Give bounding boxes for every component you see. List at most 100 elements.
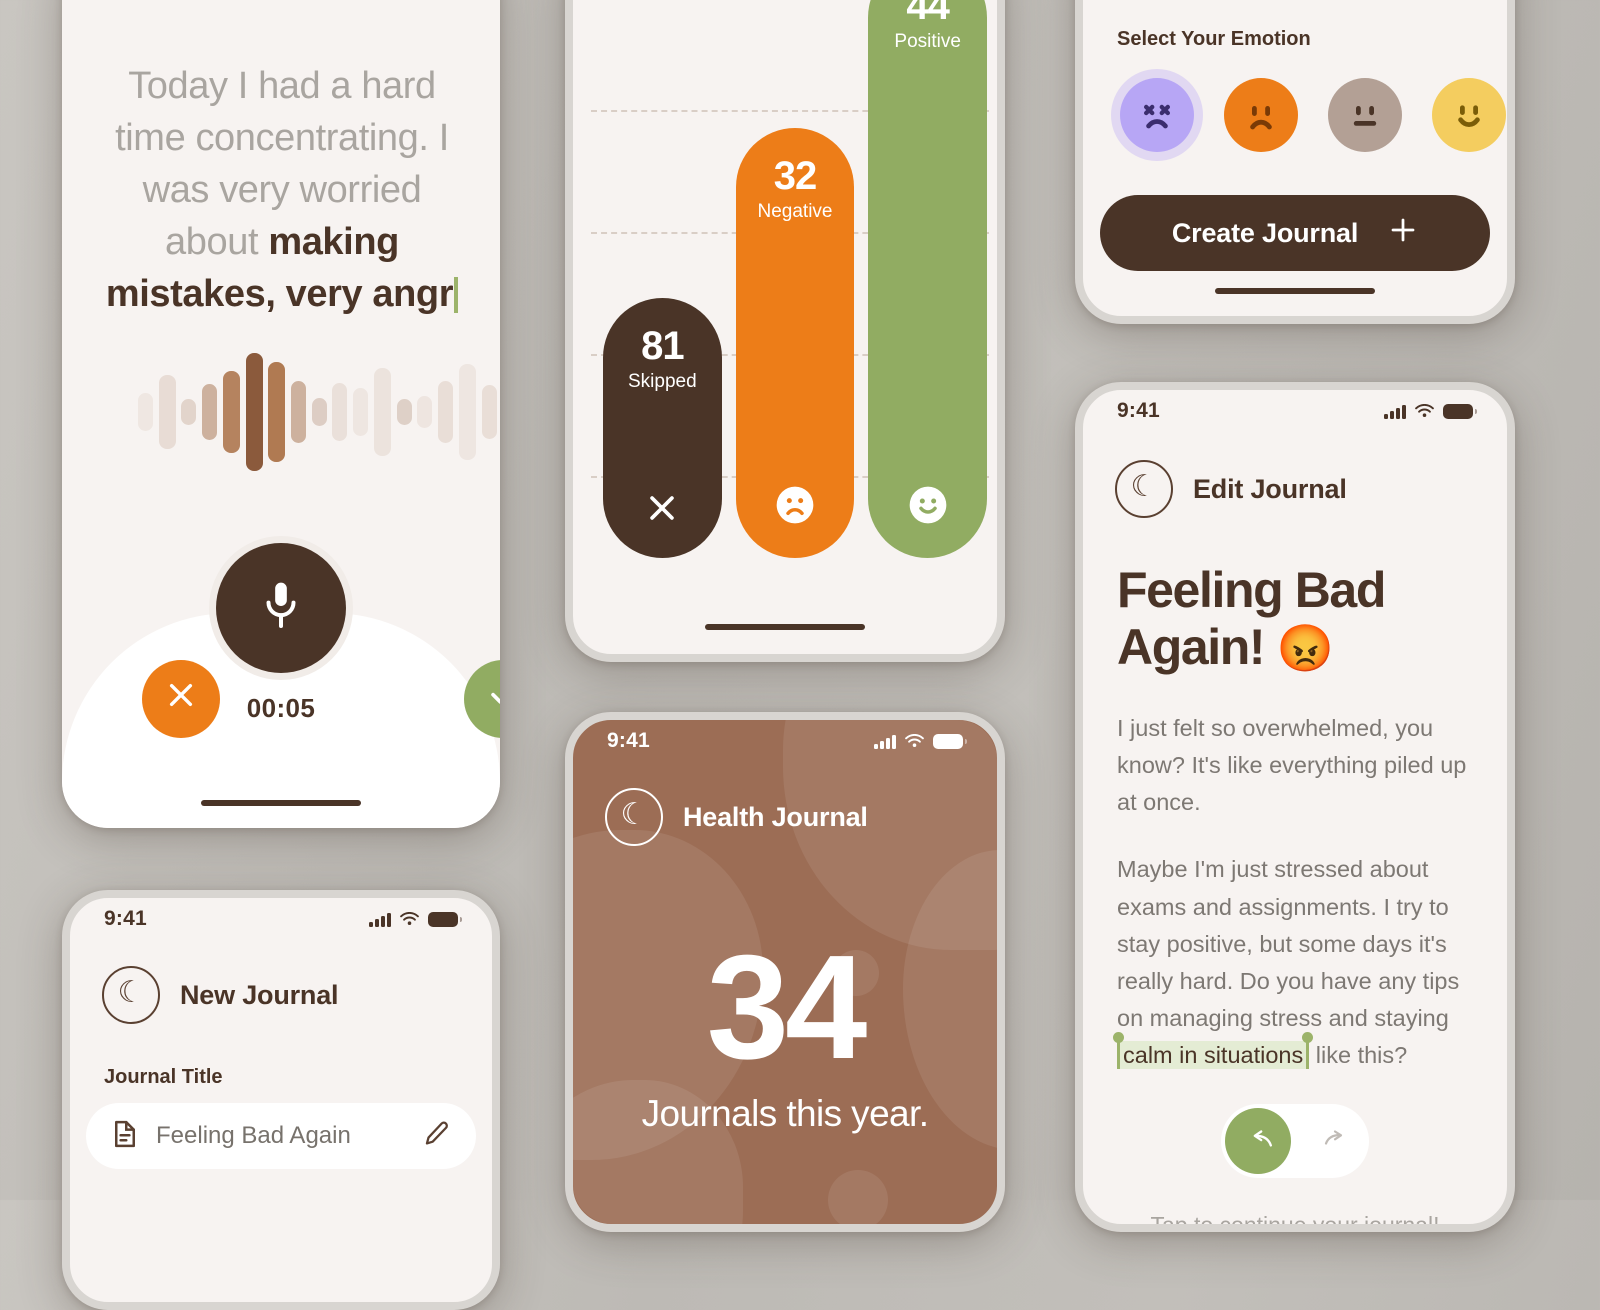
voice-recorder-screen: Today I had a hard time concentrating. I… — [62, 0, 500, 828]
undo-button[interactable] — [1225, 1108, 1291, 1175]
create-journal-button[interactable]: Create Journal — [1100, 195, 1490, 271]
waveform-bar — [438, 381, 454, 443]
signal-bars-icon — [369, 912, 391, 927]
new-journal-screen: 9:41 ☾ New Journal Journal Title Feeling — [62, 890, 500, 1310]
emotion-option-sad-face[interactable] — [1215, 69, 1307, 161]
battery-icon — [1443, 403, 1477, 419]
happy-face-icon — [908, 485, 948, 530]
journal-heading: Feeling Bad Again! 😡 — [1117, 562, 1473, 676]
chart-bar-value: 81 — [641, 324, 684, 368]
angry-face-emoji: 😡 — [1276, 622, 1334, 674]
waveform-bar — [458, 364, 476, 460]
health-journal-header: ☾ Health Journal — [605, 788, 997, 846]
waveform-bar — [291, 381, 307, 443]
page-title: Edit Journal — [1193, 473, 1347, 504]
sad-face-icon — [775, 485, 815, 530]
journal-paragraph-2: Maybe I'm just stressed about exams and … — [1117, 851, 1473, 1074]
waveform-bar — [353, 388, 369, 436]
back-arc-icon[interactable]: ☾ — [605, 788, 663, 846]
status-bar: 9:41 — [1083, 390, 1507, 432]
highlighted-selection[interactable]: calm in situations — [1117, 1041, 1310, 1069]
home-indicator — [201, 800, 361, 806]
chart-bars: 81 Skipped 32 Negative 44 Positive — [591, 0, 988, 558]
waveform-bar — [481, 385, 497, 439]
page-title: New Journal — [180, 979, 339, 1010]
home-indicator — [705, 624, 865, 630]
waveform-bar — [268, 362, 286, 462]
text-caret — [454, 277, 459, 314]
chart-bar-value: 32 — [773, 154, 817, 198]
back-arc-icon[interactable]: ☾ — [1115, 460, 1173, 518]
signal-bars-icon — [1384, 404, 1406, 419]
emotion-option-neutral-face[interactable] — [1319, 69, 1411, 161]
waveform-bar — [202, 384, 218, 440]
chart-bar[interactable]: 81 Skipped — [603, 298, 722, 558]
chart-area: 81 Skipped 32 Negative 44 Positive — [573, 0, 997, 584]
health-journal-screen: 9:41 ☾ Health Journal 34 Journals this y… — [565, 712, 1005, 1232]
emotion-option-happy-face[interactable] — [1423, 69, 1507, 161]
wifi-icon — [1415, 404, 1434, 418]
close-icon — [645, 491, 679, 530]
dead-face-icon — [1120, 78, 1194, 152]
emotion-stats-chart-screen: 81 Skipped 32 Negative 44 Positive — [565, 0, 1005, 662]
chart-bar-value: 44 — [906, 0, 949, 28]
audio-waveform — [138, 348, 500, 476]
status-bar: 9:41 — [70, 898, 492, 940]
paragraph-2-after: like this? — [1309, 1042, 1408, 1068]
waveform-bar — [311, 398, 327, 426]
redo-button[interactable] — [1323, 1128, 1353, 1155]
journal-paragraph-1: I just felt so overwhelmed, you know? It… — [1117, 715, 1467, 816]
journal-count: 34 — [706, 925, 868, 1090]
emotion-option-dead-face[interactable] — [1111, 69, 1203, 161]
chart-bar-label: Skipped — [628, 371, 697, 392]
select-emotion-label: Select Your Emotion — [1117, 28, 1311, 50]
waveform-bar — [158, 375, 176, 449]
transcript-text: Today I had a hard time concentrating. I… — [96, 60, 468, 320]
journal-title-input[interactable]: Feeling Bad Again — [86, 1103, 476, 1169]
waveform-bar — [417, 396, 433, 428]
edit-journal-header: ☾ Edit Journal — [1115, 460, 1507, 518]
journal-title-value: Feeling Bad Again — [156, 1122, 351, 1149]
emotion-picker-screen: Select Your Emotion Create Journal — [1075, 0, 1515, 324]
paragraph-2-before: Maybe I'm just stressed about exams and … — [1117, 856, 1460, 1031]
document-icon — [112, 1119, 138, 1154]
redo-icon — [1323, 1128, 1353, 1155]
waveform-bar — [373, 368, 391, 456]
chart-bar-label: Positive — [894, 31, 961, 52]
home-indicator — [1215, 288, 1375, 294]
happy-face-icon — [1432, 78, 1506, 152]
back-arc-icon[interactable]: ☾ — [102, 966, 160, 1024]
transcript-typed: making mistakes, very angr — [105, 221, 454, 316]
new-journal-header: ☾ New Journal — [102, 966, 492, 1024]
status-time: 9:41 — [104, 907, 147, 930]
emotion-options — [1111, 69, 1507, 161]
undo-icon — [1242, 1127, 1274, 1156]
pencil-icon[interactable] — [423, 1120, 450, 1152]
waveform-bar — [332, 383, 348, 441]
chart-bar[interactable]: 44 Positive — [868, 0, 988, 558]
microphone-icon — [261, 579, 301, 638]
undo-redo-toggle[interactable] — [1221, 1104, 1369, 1179]
waveform-bar — [138, 393, 153, 431]
journal-count-caption: Journals this year. — [641, 1092, 929, 1134]
page-title: Health Journal — [683, 801, 868, 832]
edit-journal-screen: 9:41 ☾ Edit Journal Feeling Bad Again! 😡… — [1075, 382, 1515, 1232]
battery-icon — [933, 733, 967, 749]
waveform-bar — [245, 353, 263, 471]
journal-footer-hint: Tap to continue your journal! — [1150, 1212, 1440, 1232]
wifi-icon — [400, 912, 419, 926]
journal-title-label: Journal Title — [104, 1066, 223, 1088]
create-journal-label: Create Journal — [1171, 217, 1359, 248]
journal-heading-text: Feeling Bad Again! — [1117, 562, 1386, 675]
chart-bar[interactable]: 32 Negative — [735, 128, 855, 558]
battery-icon — [428, 911, 462, 927]
chart-bar-label: Negative — [757, 201, 833, 222]
sad-face-icon — [1224, 78, 1298, 152]
waveform-bar — [181, 399, 197, 425]
status-time: 9:41 — [1117, 399, 1160, 422]
journal-body[interactable]: I just felt so overwhelmed, you know? It… — [1117, 710, 1473, 1074]
recording-timer: 00:05 — [246, 693, 316, 723]
waveform-bar — [396, 399, 412, 425]
neutral-face-icon — [1328, 78, 1402, 152]
record-button[interactable] — [216, 543, 346, 673]
